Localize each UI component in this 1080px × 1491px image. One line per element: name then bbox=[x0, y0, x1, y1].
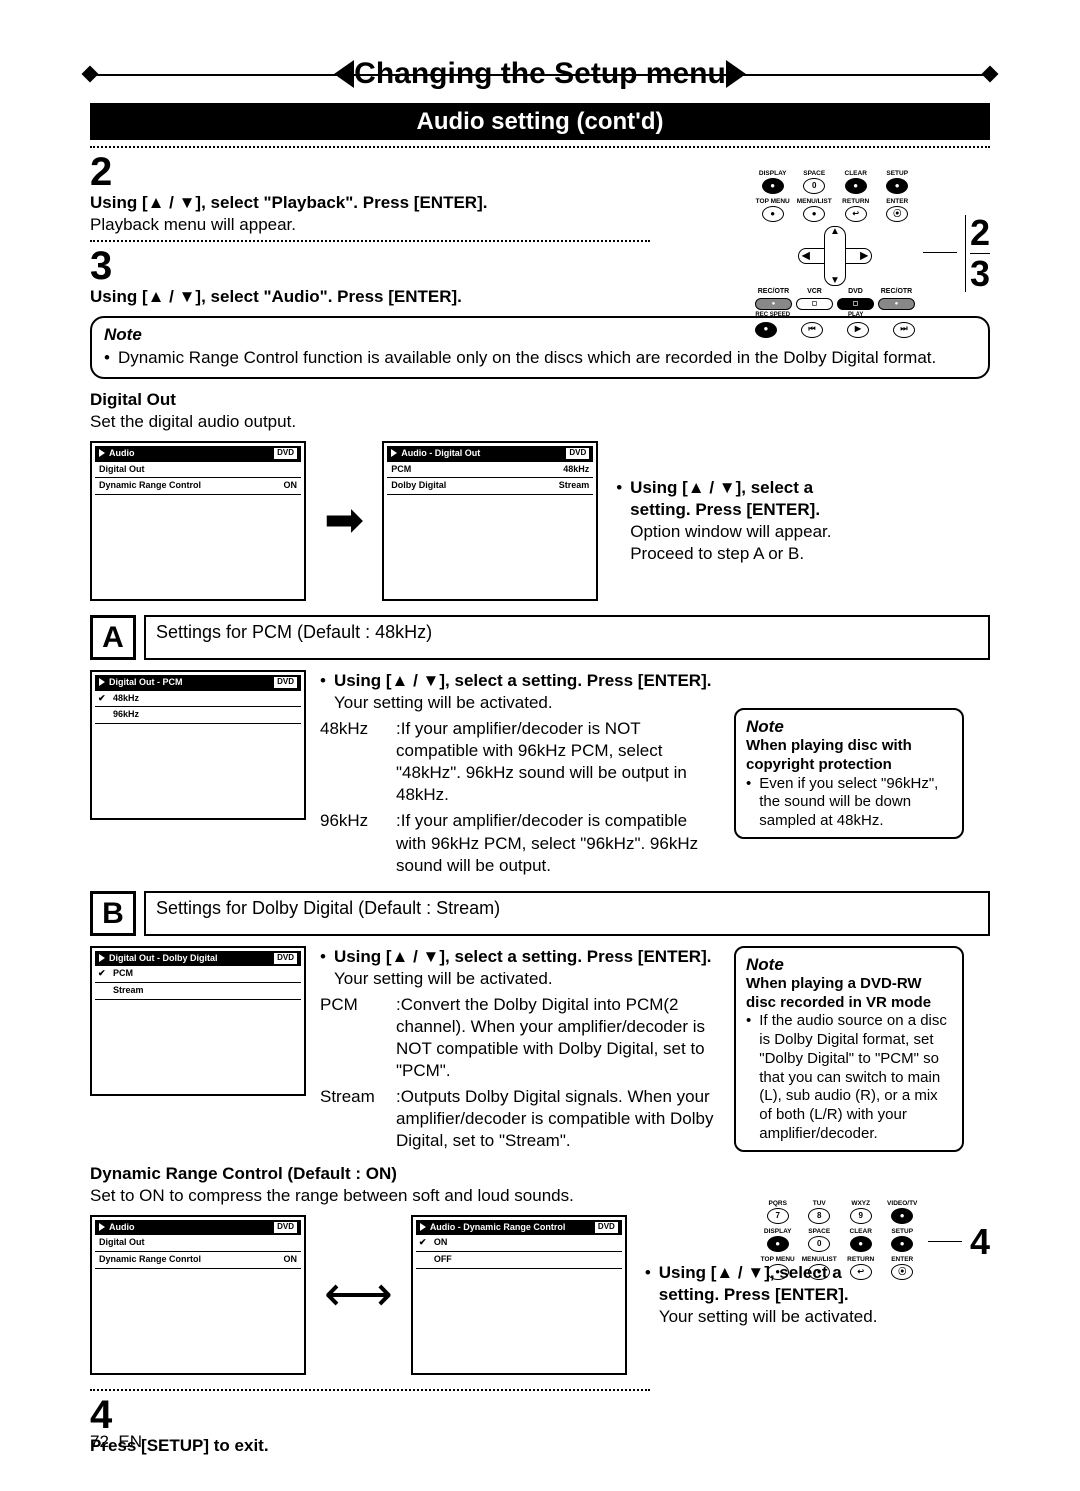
note-section-a: Note When playing disc with copyright pr… bbox=[734, 708, 964, 839]
section-a-title: Settings for PCM (Default : 48kHz) bbox=[144, 615, 990, 660]
osd-audio: AudioDVD Digital Out Dynamic Range Contr… bbox=[90, 441, 306, 601]
osd-dolby: Digital Out - Dolby DigitalDVD PCM Strea… bbox=[90, 946, 306, 1096]
step-4: 4 Press [SETUP] to exit. bbox=[90, 1395, 650, 1457]
arrow-both-icon: ⟷ bbox=[324, 1271, 393, 1319]
arrow-right-icon: ➡ bbox=[324, 497, 364, 545]
osd-drc-options: Audio - Dynamic Range ControlDVD ON OFF bbox=[411, 1215, 627, 1375]
section-b-letter: B bbox=[90, 891, 136, 936]
page-footer: 72 EN bbox=[90, 1431, 142, 1453]
remote-diagram-top: DISPLAY● SPACE0 CLEAR● SETUP● TOP MENU● … bbox=[755, 170, 990, 338]
remote-diagram-bottom: PQRS7 TUV8 WXYZ9 VIDEO/TV● DISPLAY● SPAC… bbox=[760, 1200, 990, 1284]
osd-pcm: Digital Out - PCMDVD 48kHz 96kHz bbox=[90, 670, 306, 820]
digital-out-heading: Digital Out bbox=[90, 389, 990, 411]
section-b-title: Settings for Dolby Digital (Default : St… bbox=[144, 891, 990, 936]
section-a-letter: A bbox=[90, 615, 136, 660]
note-section-b: Note When playing a DVD-RW disc recorded… bbox=[734, 946, 964, 1152]
page-title: Changing the Setup menu bbox=[354, 50, 726, 97]
step-3: 3 Using [▲ / ▼], select "Audio". Press [… bbox=[90, 246, 650, 308]
drc-heading: Dynamic Range Control (Default : ON) bbox=[90, 1163, 990, 1185]
osd-digital-out: Audio - Digital OutDVD PCM48kHz Dolby Di… bbox=[382, 441, 598, 601]
callout-step-2: 2 bbox=[970, 215, 990, 251]
dpad-icon: ▲▼ ◀▶ bbox=[798, 226, 872, 286]
callout-step-3: 3 bbox=[970, 256, 990, 292]
callout-step-4: 4 bbox=[970, 1224, 990, 1260]
osd-audio-drc: AudioDVD Digital Out Dynamic Range Conrt… bbox=[90, 1215, 306, 1375]
page-subtitle: Audio setting (cont'd) bbox=[90, 103, 990, 140]
page-title-banner: Changing the Setup menu bbox=[90, 50, 990, 97]
step-2: 2 Using [▲ / ▼], select "Playback". Pres… bbox=[90, 152, 650, 236]
